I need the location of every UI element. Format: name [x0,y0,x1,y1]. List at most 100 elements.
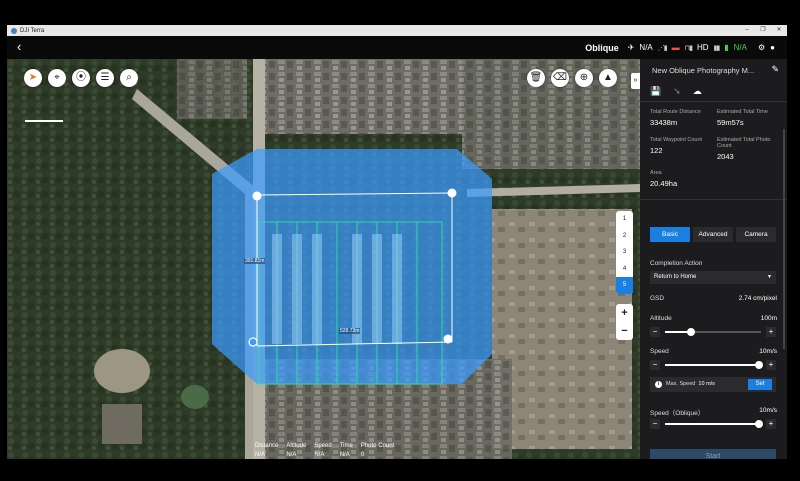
satellite-map[interactable] [7,59,640,459]
minimize-button[interactable]: – [739,25,755,36]
info-icon: i [655,381,662,388]
stat-time: Time N/A [340,442,353,459]
start-button[interactable]: Start [650,449,776,459]
slider-knob[interactable] [755,361,764,369]
oblique-speed-label: Speed（Oblique） [650,410,705,417]
import-icon[interactable]: ➘ [673,86,681,97]
waypoint-edit-icon[interactable]: ⊕ [575,69,593,87]
stat-label: Distance [255,443,279,449]
settings-icon[interactable]: ⚙ [758,43,765,52]
waypoint-button-3[interactable]: 3 [616,244,633,261]
speed-value: 10m/s [759,348,777,355]
gsd-value: 2.74 cm/pixel [738,295,777,302]
stat-label: Time [339,443,353,449]
stat-value: N/A [286,452,297,458]
altitude-increase-button[interactable]: + [766,327,776,337]
max-speed-notice: i Max. Speed 10 m/s Set [650,377,776,392]
altitude-slider[interactable]: − + [650,327,776,337]
speed-slider[interactable]: − + [650,360,776,370]
tab-basic[interactable]: Basic [650,227,690,242]
maximize-button[interactable]: ❐ [755,25,771,36]
route-distance-stat: Total Route Distance 33438m [650,109,716,127]
window-titlebar: DJI Terra – ❐ ✕ [7,25,787,36]
stat-value: 122 [650,146,663,155]
rc-battery-icon: ▮ [724,43,729,52]
area-midpoint[interactable] [248,337,258,347]
waypoint-button-5[interactable]: 5 [616,277,633,294]
locate-aircraft-icon[interactable]: ➤ [24,69,42,87]
stat-value: 33438m [650,118,678,127]
stat-value: 59m57s [717,118,744,127]
zoom-in-button[interactable]: + [616,304,633,322]
completion-action-label: Completion Action [650,260,703,267]
altitude-label: Altitude [650,315,672,322]
oblique-speed-slider[interactable]: − + [650,419,776,429]
speed-decrease-button[interactable]: − [650,360,660,370]
oblique-speed-decrease-button[interactable]: − [650,419,660,429]
edit-pencil-icon[interactable]: ✎ [771,64,779,75]
user-icon[interactable]: ● [770,43,775,52]
hd-label: HD [696,43,709,52]
close-button[interactable]: ✕ [771,25,787,36]
stat-label: Altitude [286,443,307,449]
gsd-label: GSD [650,295,665,302]
map-pin-icon[interactable]: ⦿ [72,69,90,87]
chevron-down-icon: ▼ [767,274,772,280]
area-vertex[interactable] [252,191,262,201]
max-speed-label: Max. Speed [666,381,696,387]
area-stat: Area 20.49ha [650,170,716,188]
waypoint-button-2[interactable]: 2 [616,228,633,245]
zoom-controls: + − [616,304,633,340]
save-icon[interactable]: 💾 [650,86,661,97]
zoom-out-button[interactable]: − [616,322,633,340]
reverse-route-icon[interactable]: ▲ [599,69,617,87]
stat-label: Area [650,170,662,176]
camera-model-icon[interactable]: ☁ [693,86,702,97]
screen-frame: DJI Terra – ❐ ✕ ‹ Oblique ✈ N/A ⋰▮ ▬ ⊓▮ … [0,0,800,481]
slider-track[interactable] [665,361,764,369]
search-icon[interactable]: ⌕ [120,69,138,87]
slider-knob[interactable] [686,328,695,336]
slider-knob[interactable] [755,420,764,428]
map-view[interactable]: 391.81m 528.73m ➤ ⌖ ⦿ ☰ ⌕ 🗑 ⌫ ⊕ ▲ » 1 2 … [7,59,640,459]
app-logo-icon [11,27,17,34]
hd-signal-icon: ▮▮ [713,44,721,52]
map-scale-bar [25,120,63,122]
rc-status: N/A [733,43,747,52]
delete-icon[interactable]: 🗑 [527,69,545,87]
crosshair-icon[interactable]: ⌖ [48,69,66,87]
tab-advanced[interactable]: Advanced [693,227,733,242]
settings-tabs: Basic Advanced Camera [650,227,776,242]
area-vertex[interactable] [447,188,457,198]
photo-count-stat: Estimated Total Photo Count 2043 [717,137,783,161]
stat-distance: Distance N/A [255,442,278,459]
collapse-panel-button[interactable]: » [631,73,640,89]
slider-track[interactable] [665,328,761,336]
slider-track[interactable] [665,420,764,428]
aircraft-status: N/A [639,43,653,52]
eraser-icon[interactable]: ⌫ [551,69,569,87]
back-arrow-icon[interactable]: ‹ [17,40,31,54]
stat-label: Estimated Total Photo Count [717,137,771,149]
completion-action-select[interactable]: Return to Home ▼ [650,271,776,284]
divider [640,101,787,102]
layers-list-icon[interactable]: ☰ [96,69,114,87]
speed-label: Speed [650,348,669,355]
dimension-label-left: 391.81m [244,258,266,264]
stat-photo-count: Photo Count 0 [361,442,394,459]
waypoint-button-4[interactable]: 4 [616,261,633,278]
window-controls: – ❐ ✕ [739,25,787,36]
mission-title: New Oblique Photography M... [652,66,755,75]
speed-increase-button[interactable]: + [766,360,776,370]
oblique-speed-increase-button[interactable]: + [766,419,776,429]
set-max-speed-button[interactable]: Set [748,379,772,390]
altitude-value: 100m [760,315,777,322]
tab-camera[interactable]: Camera [736,227,776,242]
top-bar: ‹ Oblique ✈ N/A ⋰▮ ▬ ⊓▮ HD ▮▮ ▮ N/A ⚙ ● [7,36,787,59]
area-vertex[interactable] [443,334,453,344]
altitude-decrease-button[interactable]: − [650,327,660,337]
stat-value: 20.49ha [650,179,678,188]
panel-scrollbar[interactable] [783,129,785,349]
waypoint-button-1[interactable]: 1 [616,211,633,228]
stat-speed: Speed N/A [314,442,331,459]
